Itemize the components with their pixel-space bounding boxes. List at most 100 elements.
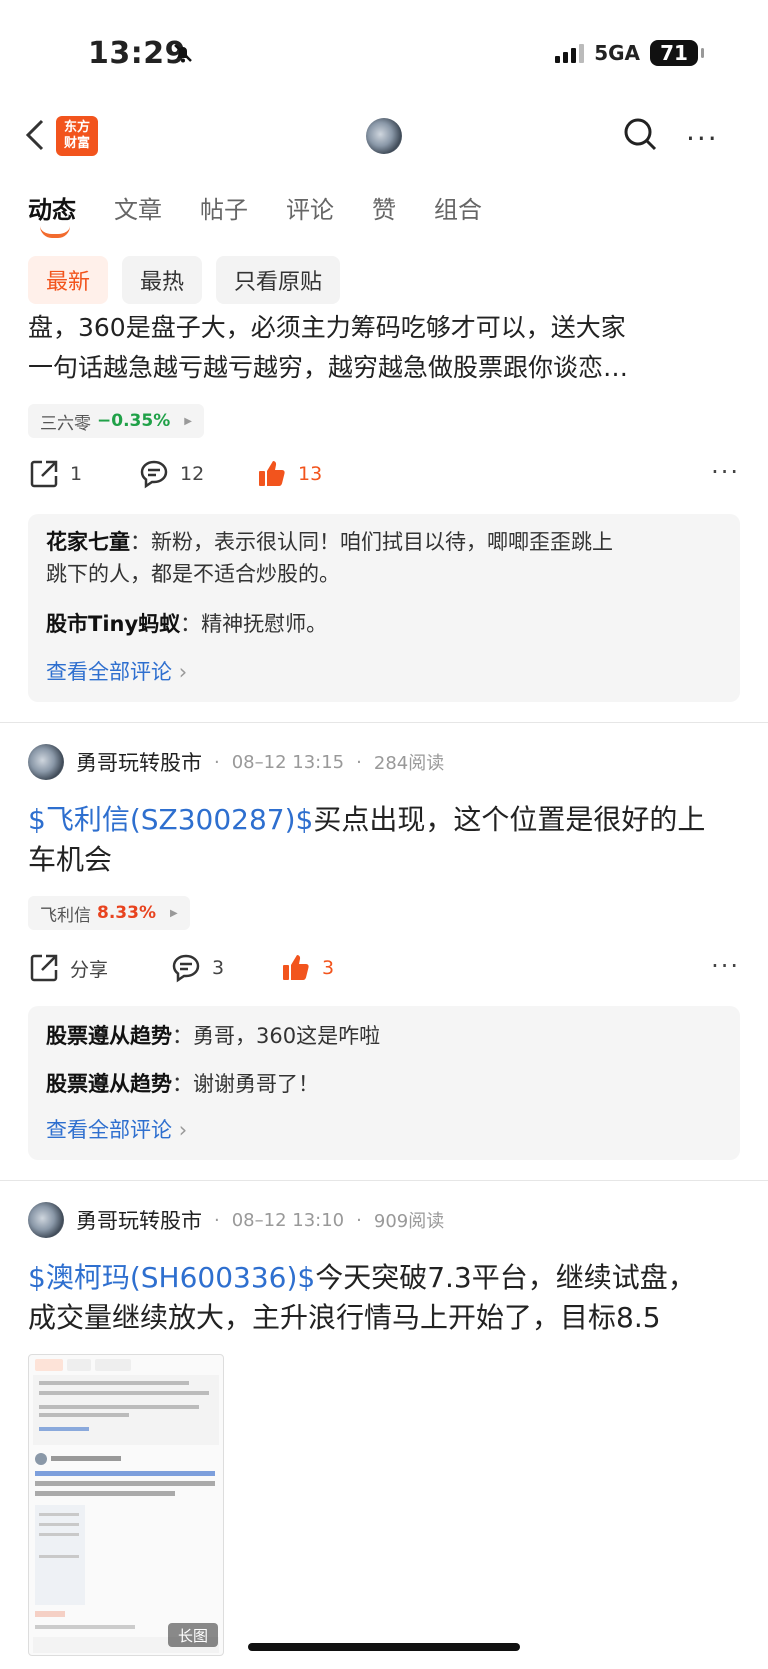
signal-icon xyxy=(555,43,585,63)
status-indicators: 5GA 71 xyxy=(555,40,704,66)
view-all-label: 查看全部评论 xyxy=(46,1118,172,1142)
chevron-right-icon: › xyxy=(178,1118,188,1142)
back-button[interactable] xyxy=(24,118,46,161)
read-count: 284阅读 xyxy=(373,753,445,774)
post-text: 买点出现，这个位置是很好的上 xyxy=(313,803,706,836)
stock-link[interactable]: $飞利信(SZ300287)$ xyxy=(28,803,313,836)
share-icon xyxy=(30,954,58,982)
long-image-badge: 长图 xyxy=(168,1623,218,1647)
comment-icon xyxy=(140,460,168,489)
like-count: 13 xyxy=(298,463,323,485)
stock-change: 8.33% xyxy=(97,903,156,923)
comment-text: 谢谢勇哥了！ xyxy=(193,1072,319,1096)
tab-bar: 动态 文章 帖子 评论 赞 组合 xyxy=(28,190,520,225)
more-dots-icon[interactable]: ··· xyxy=(711,952,740,980)
comment-item: 股票遵从趋势：勇哥，360这是咋啦 xyxy=(46,1020,722,1052)
comment-item: 股票遵从趋势：谢谢勇哥了！ xyxy=(46,1068,722,1100)
comment-sep: ： xyxy=(130,530,151,554)
profile-avatar[interactable] xyxy=(366,118,402,154)
comment-count: 3 xyxy=(212,957,225,979)
avatar[interactable] xyxy=(28,744,64,780)
post-body[interactable]: $飞利信(SZ300287)$买点出现，这个位置是很好的上 车机会 xyxy=(28,800,740,880)
share-button[interactable]: 1 xyxy=(28,458,82,490)
divider xyxy=(0,722,768,723)
stock-change: −0.35% xyxy=(97,411,171,431)
tab-comments[interactable]: 评论 xyxy=(286,190,334,225)
filter-hot[interactable]: 最热 xyxy=(122,256,203,304)
share-count: 1 xyxy=(70,463,83,485)
stock-link[interactable]: $澳柯玛(SH600336)$ xyxy=(28,1261,315,1294)
more-dots-icon[interactable]: ··· xyxy=(711,458,740,486)
logo-line1: 东方 xyxy=(63,120,90,135)
post-text: 今天突破7.3平台，继续试盘， xyxy=(315,1261,696,1294)
chevron-right-icon: › xyxy=(178,660,188,684)
comment-user[interactable]: 花家七童 xyxy=(46,530,130,554)
author-name[interactable]: 勇哥玩转股市 xyxy=(76,1205,202,1235)
divider xyxy=(0,1180,768,1181)
battery-level: 71 xyxy=(660,41,688,65)
search-icon[interactable] xyxy=(622,116,658,152)
app-logo[interactable]: 东方 财富 xyxy=(56,116,98,156)
read-count: 909阅读 xyxy=(373,1211,445,1232)
share-button[interactable]: 分享 xyxy=(28,952,108,984)
stock-tag[interactable]: 飞利信 8.33% ▶ xyxy=(28,896,190,930)
comment-preview[interactable]: 股票遵从趋势：勇哥，360这是咋啦 股票遵从趋势：谢谢勇哥了！ 查看全部评论 › xyxy=(28,1006,740,1160)
post-author-row: 勇哥玩转股市 · 08–12 13:10 · 909阅读 xyxy=(28,1202,444,1238)
tab-articles[interactable]: 文章 xyxy=(114,190,162,225)
filter-bar: 最新 最热 只看原贴 xyxy=(28,256,341,304)
meta-separator: · xyxy=(356,1209,362,1231)
comment-text: 新粉，表示很认同！咱们拭目以待，唧唧歪歪跳上 xyxy=(151,530,613,554)
network-label: 5GA xyxy=(594,41,640,65)
meta-separator: · xyxy=(356,751,362,773)
view-all-comments-link[interactable]: 查看全部评论 › xyxy=(46,656,187,686)
tab-likes[interactable]: 赞 xyxy=(372,190,396,225)
like-button[interactable]: 3 xyxy=(280,952,334,984)
stock-name: 三六零 xyxy=(40,413,91,434)
view-all-comments-link[interactable]: 查看全部评论 › xyxy=(46,1114,187,1144)
active-tab-indicator xyxy=(40,226,70,238)
post-body[interactable]: $澳柯玛(SH600336)$今天突破7.3平台，继续试盘， 成交量继续放大，主… xyxy=(28,1258,740,1338)
home-indicator[interactable] xyxy=(248,1643,520,1651)
meta-separator: · xyxy=(214,751,220,773)
avatar[interactable] xyxy=(28,1202,64,1238)
author-name[interactable]: 勇哥玩转股市 xyxy=(76,747,202,777)
share-label: 分享 xyxy=(70,958,109,981)
post-image-thumbnail[interactable] xyxy=(28,1354,224,1656)
comment-icon xyxy=(172,954,200,983)
more-dots-icon[interactable]: ··· xyxy=(686,122,719,155)
comment-button[interactable]: 12 xyxy=(138,458,204,490)
comment-user[interactable]: 股票遵从趋势 xyxy=(46,1072,172,1096)
post-line: 一句话越急越亏越亏越穷，越穷越急做股票跟你谈恋… xyxy=(28,353,629,382)
thumbs-up-icon xyxy=(283,955,309,980)
tab-dynamic[interactable]: 动态 xyxy=(28,190,76,225)
battery-icon: 71 xyxy=(650,40,704,66)
share-icon xyxy=(30,460,58,488)
view-all-label: 查看全部评论 xyxy=(46,660,172,684)
comment-count: 12 xyxy=(180,463,205,485)
comment-preview[interactable]: 花家七童：新粉，表示很认同！咱们拭目以待，唧唧歪歪跳上 跳下的人，都是不适合炒股… xyxy=(28,514,740,702)
comment-user[interactable]: 股市Tiny蚂蚁 xyxy=(46,612,180,636)
filter-original-only[interactable]: 只看原贴 xyxy=(216,256,341,304)
post-date: 08–12 13:15 xyxy=(231,751,345,773)
post-actions: 分享 3 3 ··· xyxy=(28,952,740,992)
filter-latest[interactable]: 最新 xyxy=(28,256,109,304)
comment-text: 跳下的人，都是不适合炒股的。 xyxy=(46,562,340,586)
chevron-left-icon xyxy=(25,119,44,151)
thumbs-up-icon xyxy=(259,461,285,486)
stock-name: 飞利信 xyxy=(40,905,91,926)
comment-user[interactable]: 股票遵从趋势 xyxy=(46,1024,172,1048)
post-body[interactable]: 盘，360是盘子大，必须主力筹码吃够才可以，送大家 一句话越急越亏越亏越穷，越穷… xyxy=(28,308,740,388)
post-line: 盘，360是盘子大，必须主力筹码吃够才可以，送大家 xyxy=(28,313,626,342)
bell-slash-icon xyxy=(172,42,194,68)
comment-button[interactable]: 3 xyxy=(170,952,224,984)
stock-tag[interactable]: 三六零 −0.35% ▶ xyxy=(28,404,204,438)
comment-sep: ： xyxy=(172,1072,193,1096)
tab-portfolio[interactable]: 组合 xyxy=(434,190,482,225)
comment-sep: ： xyxy=(172,1024,193,1048)
screenshot-thumbnail-image xyxy=(33,1359,219,1653)
comment-text: 精神抚慰师。 xyxy=(201,612,328,636)
tab-posts[interactable]: 帖子 xyxy=(200,190,248,225)
post-author-row: 勇哥玩转股市 · 08–12 13:15 · 284阅读 xyxy=(28,744,444,780)
like-button[interactable]: 13 xyxy=(256,458,322,490)
logo-line2: 财富 xyxy=(63,136,90,151)
